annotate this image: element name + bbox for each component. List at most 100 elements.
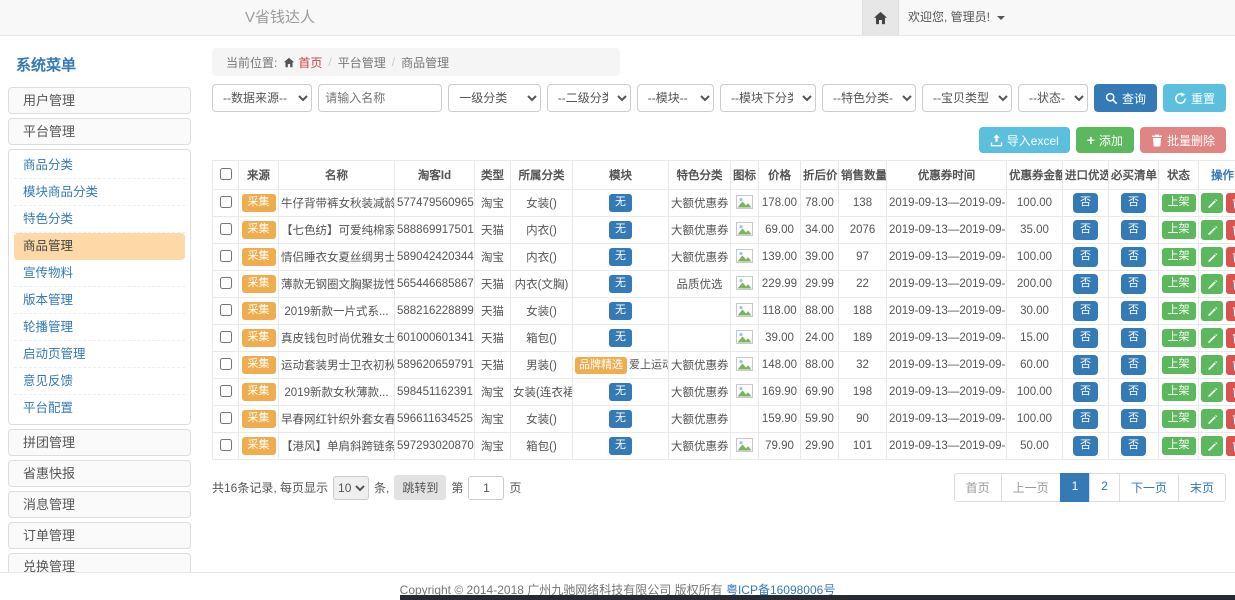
row-checkbox[interactable]: [220, 223, 232, 235]
edit-button[interactable]: [1201, 193, 1223, 213]
must-buy-badge[interactable]: 否: [1121, 328, 1146, 348]
jump-button[interactable]: 跳转到: [394, 475, 446, 500]
breadcrumb-home-link[interactable]: 首页: [283, 54, 322, 71]
home-button[interactable]: [862, 0, 899, 35]
reset-button[interactable]: 重置: [1163, 84, 1226, 112]
row-checkbox[interactable]: [220, 277, 232, 289]
must-buy-badge[interactable]: 否: [1121, 382, 1146, 402]
sidebar-subitem[interactable]: 意见反馈: [14, 368, 185, 395]
import-select-badge[interactable]: 否: [1073, 328, 1098, 348]
edit-button[interactable]: [1201, 328, 1223, 348]
page-button[interactable]: 上一页: [1001, 473, 1061, 502]
must-buy-badge[interactable]: 否: [1121, 301, 1146, 321]
batch-delete-button[interactable]: 批量删除: [1140, 127, 1226, 153]
breadcrumb-item[interactable]: 商品管理: [401, 54, 449, 71]
status-badge[interactable]: 上架: [1162, 221, 1196, 239]
must-buy-badge[interactable]: 否: [1121, 409, 1146, 429]
import-select-badge[interactable]: 否: [1073, 436, 1098, 456]
status-badge[interactable]: 上架: [1162, 302, 1196, 320]
sidebar-item[interactable]: 订单管理: [8, 522, 191, 549]
delete-button[interactable]: [1226, 220, 1235, 240]
edit-button[interactable]: [1201, 220, 1223, 240]
filter-select[interactable]: --宝贝类型--: [922, 84, 1012, 112]
filter-select[interactable]: --数据来源--: [212, 84, 312, 112]
search-input[interactable]: [318, 84, 442, 112]
page-button[interactable]: 首页: [954, 473, 1002, 502]
row-checkbox[interactable]: [220, 331, 232, 343]
filter-select[interactable]: --模块--: [637, 84, 714, 112]
sidebar-subitem[interactable]: 轮播管理: [14, 314, 185, 341]
import-select-badge[interactable]: 否: [1073, 193, 1098, 213]
import-select-badge[interactable]: 否: [1073, 382, 1098, 402]
breadcrumb-item[interactable]: 平台管理: [338, 54, 386, 71]
filter-select[interactable]: --状态--: [1018, 84, 1088, 112]
must-buy-badge[interactable]: 否: [1121, 193, 1146, 213]
row-checkbox[interactable]: [220, 304, 232, 316]
import-select-badge[interactable]: 否: [1073, 274, 1098, 294]
search-button[interactable]: 查询: [1094, 84, 1157, 112]
sidebar-subitem[interactable]: 版本管理: [14, 287, 185, 314]
sidebar-subitem[interactable]: 商品管理: [14, 233, 185, 260]
must-buy-badge[interactable]: 否: [1121, 247, 1146, 267]
import-select-badge[interactable]: 否: [1073, 220, 1098, 240]
delete-button[interactable]: [1226, 247, 1235, 267]
delete-button[interactable]: [1226, 382, 1235, 402]
add-button[interactable]: + 添加: [1076, 127, 1134, 153]
edit-button[interactable]: [1201, 409, 1223, 429]
delete-button[interactable]: [1226, 328, 1235, 348]
sidebar-item[interactable]: 省惠快报: [8, 460, 191, 487]
delete-button[interactable]: [1226, 355, 1235, 375]
sidebar-item[interactable]: 平台管理: [8, 118, 191, 145]
sidebar-subitem[interactable]: 宣传物料: [14, 260, 185, 287]
filter-select[interactable]: --二级分类--: [547, 84, 631, 112]
sidebar-subitem[interactable]: 平台配置: [14, 395, 185, 422]
page-button[interactable]: 2: [1089, 473, 1120, 502]
page-button[interactable]: 1: [1060, 473, 1091, 502]
import-select-badge[interactable]: 否: [1073, 355, 1098, 375]
jump-page-input[interactable]: [468, 476, 504, 500]
delete-button[interactable]: [1226, 193, 1235, 213]
sidebar-item[interactable]: 消息管理: [8, 491, 191, 518]
sidebar-item[interactable]: 拼团管理: [8, 429, 191, 456]
status-badge[interactable]: 上架: [1162, 194, 1196, 212]
edit-button[interactable]: [1201, 436, 1223, 456]
status-badge[interactable]: 上架: [1162, 437, 1196, 455]
per-page-select[interactable]: 10: [333, 476, 369, 500]
import-excel-button[interactable]: 导入excel: [979, 127, 1070, 153]
status-badge[interactable]: 上架: [1162, 383, 1196, 401]
delete-button[interactable]: [1226, 436, 1235, 456]
filter-select[interactable]: 一级分类: [448, 84, 541, 112]
row-checkbox[interactable]: [220, 358, 232, 370]
status-badge[interactable]: 上架: [1162, 356, 1196, 374]
sidebar-subitem[interactable]: 启动页管理: [14, 341, 185, 368]
row-checkbox[interactable]: [220, 439, 232, 451]
edit-button[interactable]: [1201, 301, 1223, 321]
status-badge[interactable]: 上架: [1162, 275, 1196, 293]
delete-button[interactable]: [1226, 274, 1235, 294]
must-buy-badge[interactable]: 否: [1121, 436, 1146, 456]
must-buy-badge[interactable]: 否: [1121, 355, 1146, 375]
row-checkbox[interactable]: [220, 196, 232, 208]
edit-button[interactable]: [1201, 247, 1223, 267]
edit-button[interactable]: [1201, 355, 1223, 375]
sidebar-subitem[interactable]: 特色分类: [14, 206, 185, 233]
status-badge[interactable]: 上架: [1162, 248, 1196, 266]
import-select-badge[interactable]: 否: [1073, 301, 1098, 321]
import-select-badge[interactable]: 否: [1073, 247, 1098, 267]
status-badge[interactable]: 上架: [1162, 410, 1196, 428]
row-checkbox[interactable]: [220, 412, 232, 424]
delete-button[interactable]: [1226, 409, 1235, 429]
edit-button[interactable]: [1201, 382, 1223, 402]
row-checkbox[interactable]: [220, 250, 232, 262]
filter-select[interactable]: --特色分类--: [822, 84, 916, 112]
filter-select[interactable]: --模块下分类--: [720, 84, 816, 112]
select-all-checkbox[interactable]: [220, 168, 232, 180]
sidebar-subitem[interactable]: 模块商品分类: [14, 179, 185, 206]
row-checkbox[interactable]: [220, 385, 232, 397]
must-buy-badge[interactable]: 否: [1121, 220, 1146, 240]
edit-button[interactable]: [1201, 274, 1223, 294]
status-badge[interactable]: 上架: [1162, 329, 1196, 347]
sidebar-item[interactable]: 用户管理: [8, 87, 191, 114]
delete-button[interactable]: [1226, 301, 1235, 321]
user-menu[interactable]: 欢迎您, 管理员!: [908, 0, 1005, 35]
